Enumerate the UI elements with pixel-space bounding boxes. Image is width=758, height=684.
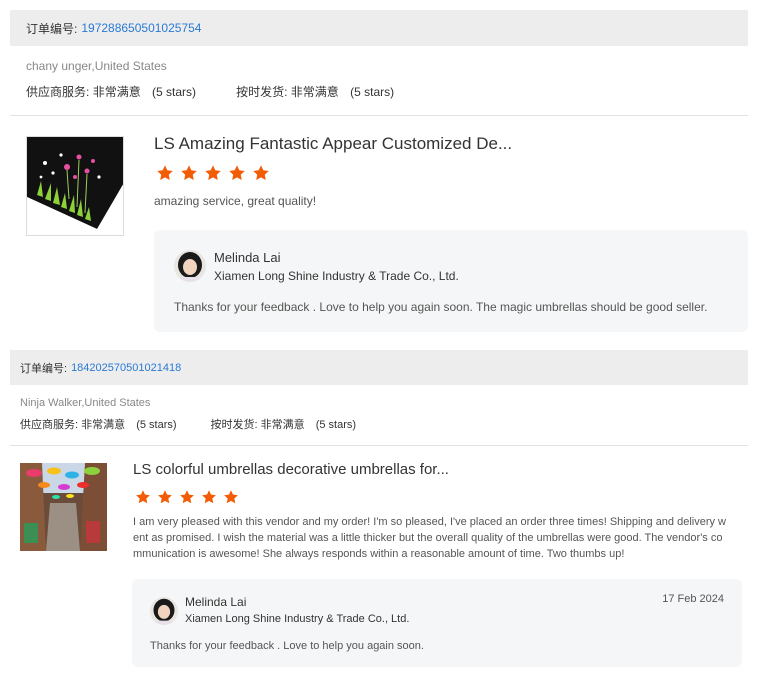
star-icon [157, 165, 173, 181]
divider [10, 445, 748, 446]
supplier-service-stars: (5 stars) [136, 419, 177, 431]
product-title-link[interactable]: LS Amazing Fantastic Appear Customized D… [154, 134, 512, 154]
user-avatar-icon [150, 597, 178, 625]
order-number-label: 订单编号: [20, 362, 68, 375]
rating-stars [153, 164, 273, 182]
star-icon [181, 165, 197, 181]
order-number-link[interactable]: 197288650501025754 [81, 21, 201, 35]
reply-author-name: Melinda Lai [185, 595, 247, 609]
reply-author-name: Melinda Lai [214, 250, 281, 265]
supplier-service-rating: 供应商服务: 非常满意 (5 stars) [20, 416, 177, 432]
on-time-stars: (5 stars) [315, 419, 357, 431]
star-icon [180, 490, 194, 504]
supplier-service-value: 非常满意 [92, 85, 141, 99]
supplier-service-stars: (5 stars) [152, 85, 197, 99]
on-time-label: 按时发货: [210, 419, 258, 431]
umbrella-product-image [27, 137, 123, 235]
reply-text: Thanks for your feedback . Love to help … [150, 640, 424, 652]
reply-text: Thanks for your feedback . Love to help … [174, 300, 708, 314]
reply-company-name: Xiamen Long Shine Industry & Trade Co., … [214, 269, 459, 283]
star-icon [136, 490, 150, 504]
product-thumbnail[interactable] [20, 463, 107, 551]
order-header: 订单编号: 184202570501021418 [10, 350, 748, 385]
star-icon [158, 490, 172, 504]
supplier-service-rating: 供应商服务: 非常满意 (5 stars) [26, 83, 196, 100]
star-icon [202, 490, 216, 504]
product-thumbnail[interactable] [26, 136, 124, 236]
on-time-label: 按时发货: [236, 85, 288, 99]
seller-reply: Melinda Lai Xiamen Long Shine Industry &… [154, 230, 748, 332]
rating-stars [132, 489, 242, 505]
avatar [174, 250, 206, 282]
on-time-shipping-rating: 按时发货: 非常满意 (5 stars) [211, 416, 357, 432]
seller-reply: Melinda Lai Xiamen Long Shine Industry &… [132, 579, 742, 667]
supplier-service-value: 非常满意 [81, 419, 126, 431]
order-header: 订单编号: 197288650501025754 [10, 10, 748, 46]
on-time-stars: (5 stars) [350, 85, 395, 99]
user-avatar-icon [174, 250, 206, 282]
review-text: I am very pleased with this vendor and m… [133, 514, 733, 562]
star-icon [205, 165, 221, 181]
star-icon [224, 490, 238, 504]
on-time-value: 非常满意 [290, 85, 339, 99]
review-line: mmunication is awesome! She always respo… [133, 548, 625, 560]
product-title-link[interactable]: LS colorful umbrellas decorative umbrell… [133, 461, 449, 478]
order-number-label: 订单编号: [26, 21, 78, 36]
buyer-name: chany unger,United States [26, 59, 167, 73]
on-time-value: 非常满意 [260, 419, 305, 431]
order-number-link[interactable]: 184202570501021418 [71, 362, 181, 374]
buyer-name: Ninja Walker,United States [20, 397, 151, 409]
umbrella-street-image [20, 463, 107, 551]
review-line: ent as promised. I wish the material was… [133, 532, 723, 544]
order-ratings: 供应商服务: 非常满意 (5 stars) 按时发货: 非常满意 (5 star… [26, 83, 434, 100]
supplier-service-label: 供应商服务: [26, 85, 90, 99]
star-icon [229, 165, 245, 181]
reply-company-name: Xiamen Long Shine Industry & Trade Co., … [185, 613, 410, 625]
reply-date: 17 Feb 2024 [662, 593, 724, 605]
divider [10, 115, 748, 116]
supplier-service-label: 供应商服务: [20, 419, 79, 431]
order-ratings: 供应商服务: 非常满意 (5 stars) 按时发货: 非常满意 (5 star… [20, 416, 396, 432]
star-icon [253, 165, 269, 181]
review-line: I am very pleased with this vendor and m… [133, 516, 727, 528]
on-time-shipping-rating: 按时发货: 非常满意 (5 stars) [236, 83, 394, 100]
avatar [150, 597, 178, 625]
review-text: amazing service, great quality! [154, 194, 317, 208]
